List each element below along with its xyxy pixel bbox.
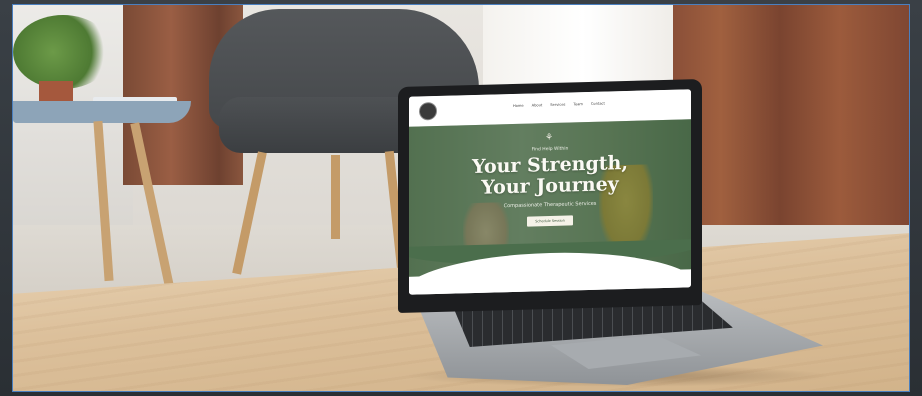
plant [13, 15, 113, 89]
armchair-leg [331, 155, 340, 239]
nav-link-home[interactable]: Home [513, 104, 524, 108]
screenshot-frame: Home About Services Team Contact ⚘ Find … [0, 0, 922, 396]
nav-links: Home About Services Team Contact [513, 102, 605, 108]
photo: Home About Services Team Contact ⚘ Find … [12, 4, 910, 392]
nav-link-team[interactable]: Team [573, 102, 583, 106]
hero-title: Your Strength, Your Journey [409, 151, 691, 200]
schedule-button[interactable]: Schedule Session [527, 215, 573, 227]
hero-title-line2: Your Journey [481, 173, 619, 199]
website-logo[interactable] [419, 101, 437, 121]
nav-link-contact[interactable]: Contact [591, 102, 605, 106]
laptop-screen: Home About Services Team Contact ⚘ Find … [409, 89, 691, 295]
nav-link-about[interactable]: About [532, 103, 543, 107]
lotus-icon: ⚘ [545, 132, 554, 144]
nav-link-services[interactable]: Services [550, 103, 565, 107]
side-table-top [13, 101, 191, 123]
laptop-lid: Home About Services Team Contact ⚘ Find … [398, 79, 702, 313]
